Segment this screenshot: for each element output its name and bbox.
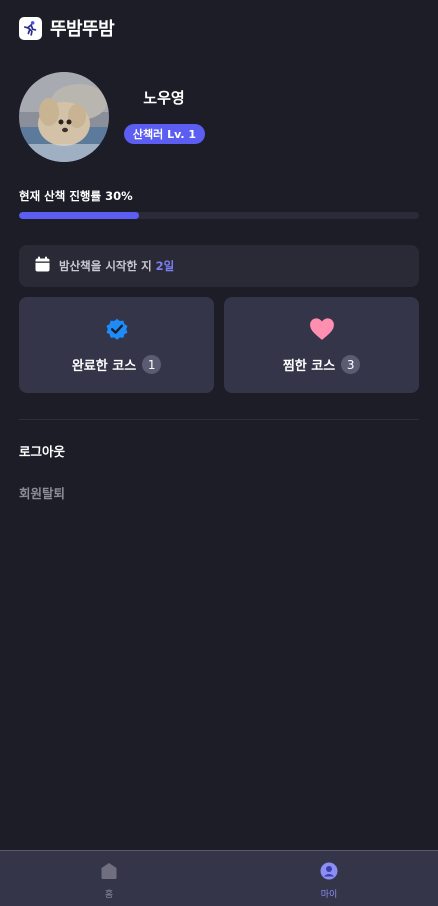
bottom-nav: 홈 마이 (0, 850, 438, 906)
app-title: 뚜밤뚜밤 (50, 19, 115, 40)
walk-since-text: 밤산책을 시작한 지 (59, 259, 152, 273)
app-header: 뚜밤뚜밤 (19, 16, 115, 40)
home-icon (100, 862, 118, 884)
completed-courses-count: 1 (142, 355, 162, 374)
liked-courses-card[interactable]: 찜한 코스 3 (224, 297, 419, 393)
nav-home-label: 홈 (104, 890, 114, 900)
verified-check-icon (104, 316, 130, 342)
user-icon (320, 862, 338, 884)
calendar-icon (35, 256, 50, 276)
avatar (19, 72, 109, 162)
walk-since-box: 밤산책을 시작한 지 2일 (19, 245, 419, 287)
withdraw-button[interactable]: 회원탈퇴 (19, 483, 65, 502)
dog-photo (19, 72, 109, 162)
nav-my-label: 마이 (320, 890, 338, 900)
completed-courses-label: 완료한 코스 (71, 359, 137, 374)
level-badge: 산책러 Lv. 1 (124, 124, 205, 144)
divider (19, 419, 419, 420)
walk-days-count: 2일 (155, 259, 175, 273)
liked-courses-label: 찜한 코스 (282, 359, 336, 374)
completed-courses-card[interactable]: 완료한 코스 1 (19, 297, 214, 393)
liked-courses-count: 3 (341, 355, 361, 374)
progress-label: 현재 산책 진행률 30% (19, 189, 133, 203)
logout-button[interactable]: 로그아웃 (19, 441, 65, 460)
heart-icon (309, 316, 335, 342)
progress-bar (19, 212, 419, 219)
running-person-icon[interactable] (19, 16, 42, 40)
nav-home[interactable]: 홈 (79, 862, 139, 900)
user-name: 노우영 (143, 89, 185, 107)
nav-my[interactable]: 마이 (299, 862, 359, 900)
progress-fill (19, 212, 139, 219)
